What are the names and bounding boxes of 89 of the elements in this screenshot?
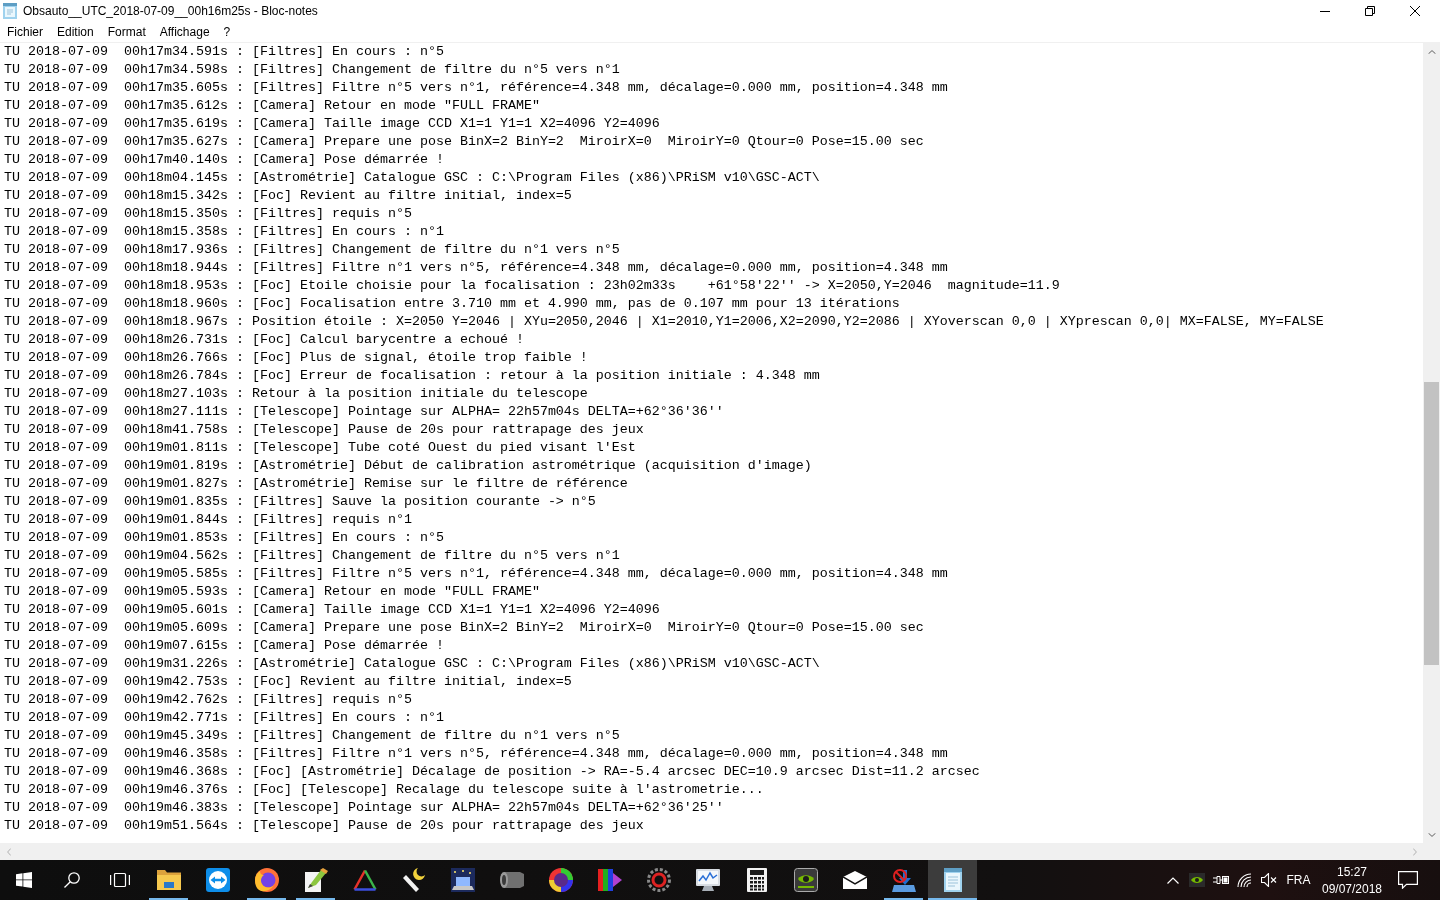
text-line: TU 2018-07-09 00h18m41.758s : [Telescope] Pause de 20s pour rattrapage des jeux (4, 421, 644, 439)
window-title: Obsauto__UTC_2018-07-09__00h16m25s - Bloc-notes (23, 4, 318, 18)
text-line: TU 2018-07-09 00h19m42.753s : [Foc] Revient au filtre initial, index=5 (4, 673, 572, 691)
windows-logo-icon (16, 872, 32, 888)
text-line: TU 2018-07-09 00h18m27.103s : Retour à la position initiale du telescope (4, 385, 588, 403)
triangle-icon (352, 869, 377, 891)
arrow-down-icon (1427, 832, 1436, 837)
text-line: TU 2018-07-09 00h18m15.358s : [Filtres] En cours : n°1 (4, 223, 444, 241)
chevron-up-icon (1167, 876, 1179, 884)
taskbar-button[interactable] (928, 860, 977, 900)
text-line: TU 2018-07-09 00h17m35.605s : [Filtres] Filtre n°5 vers n°1, référence=4.348 mm, décalage=0.000 mm, position=4.348 mm (4, 79, 948, 97)
double-arrow-icon (205, 868, 230, 892)
text-line: TU 2018-07-09 00h19m05.585s : [Filtres] Filtre n°5 vers n°1, référence=4.348 mm, décalage=0.000 mm, position=4.348 mm (4, 565, 948, 583)
text-line: TU 2018-07-09 00h19m07.615s : [Camera] Pose démarrée ! (4, 637, 444, 655)
menu-item[interactable]: ? (216, 23, 238, 41)
text-line: TU 2018-07-09 00h17m35.619s : [Camera] Taille image CCD X1=1 Y1=1 X2=4096 Y2=4096 (4, 115, 660, 133)
text-line: TU 2018-07-09 00h19m01.835s : [Filtres] Sauve la position courante -> n°5 (4, 493, 596, 511)
battery-plug-icon (1212, 874, 1230, 886)
vertical-scrollbar[interactable] (1423, 43, 1440, 843)
text-line: TU 2018-07-09 00h18m26.766s : [Foc] Plus de signal, étoile trop faible ! (4, 349, 588, 367)
arrow-up-icon (1427, 49, 1436, 54)
menu-item[interactable]: Format (100, 23, 153, 41)
text-line: TU 2018-07-09 00h17m40.140s : [Camera] Pose démarrée ! (4, 151, 444, 169)
globe-icon (254, 868, 279, 892)
text-line: TU 2018-07-09 00h19m01.853s : [Filtres] En cours : n°5 (4, 529, 444, 547)
laptop-icon (450, 868, 475, 892)
eye-logo-icon (1189, 873, 1205, 887)
text-line: TU 2018-07-09 00h18m18.953s : [Foc] Etoile choisie pour la focalisation : 23h02m33s +61°58'22'' -> X=2050,Y=2046 magnitude=11.9 (4, 277, 1060, 295)
speaker-muted-icon (1261, 873, 1277, 887)
monitor-chart-icon (695, 869, 720, 891)
text-line: TU 2018-07-09 00h19m46.358s : [Filtres] Filtre n°1 vers n°5, référence=4.348 mm, décalage=0.000 mm, position=4.348 mm (4, 745, 948, 763)
text-line: TU 2018-07-09 00h18m18.967s : Position étoile : X=2050 Y=2046 | XYu=2050,2046 | X1=2010,Y1=2006,X2=2090,Y2=2086 | XYoverscan 0,0 | XYprescan 0,0| MX=FALSE, MY=FALSE (4, 313, 1324, 331)
search-icon (64, 872, 80, 888)
notification-icon (1398, 871, 1418, 889)
restore-icon (1364, 6, 1375, 16)
text-line: TU 2018-07-09 00h19m01.827s : [Astrométrie] Remise sur le filtre de référence (4, 475, 628, 493)
text-line: TU 2018-07-09 00h19m31.226s : [Astrométrie] Catalogue GSC : C:\Program Files (x86)\PRiSM v10\GSC-ACT\ (4, 655, 820, 673)
text-line: TU 2018-07-09 00h19m46.376s : [Foc] [Telescope] Recalage du telescope suite à l'astrometrie... (4, 781, 764, 799)
text-line: TU 2018-07-09 00h19m42.771s : [Filtres] En cours : n°1 (4, 709, 444, 727)
close-icon (1409, 6, 1420, 16)
wifi-icon (1237, 873, 1253, 887)
text-line: TU 2018-07-09 00h17m35.627s : [Camera] Prepare une pose BinX=2 BinY=2 MiroirX=0 MiroirY=0 Qtour=0 Pose=15.00 sec (4, 133, 924, 151)
gear-icon (646, 868, 671, 892)
text-line: TU 2018-07-09 00h18m15.342s : [Foc] Revient au filtre initial, index=5 (4, 187, 572, 205)
text-line: TU 2018-07-09 00h18m27.111s : [Telescope] Pointage sur ALPHA= 22h57m04s DELTA=+62°36'36'' (4, 403, 724, 421)
scrollbar-thumb[interactable] (1424, 382, 1439, 665)
cylinder-icon (499, 872, 524, 888)
text-line: TU 2018-07-09 00h18m26.731s : [Foc] Calcul barycentre a echoué ! (4, 331, 524, 349)
text-line: TU 2018-07-09 00h19m42.762s : [Filtres] requis n°5 (4, 691, 412, 709)
text-line: TU 2018-07-09 00h19m46.368s : [Foc] [Astrométrie] Décalage de position -> RA=-5.4 arcsec DEC=10.9 arcsec Dist=11.2 arcsec (4, 763, 980, 781)
text-line: TU 2018-07-09 00h19m05.601s : [Camera] Taille image CCD X1=1 Y1=1 X2=4096 Y2=4096 (4, 601, 660, 619)
menu-item[interactable]: Affichage (152, 23, 217, 41)
eye-logo-icon (793, 868, 818, 892)
text-line: TU 2018-07-09 00h17m34.591s : [Filtres] En cours : n°5 (4, 43, 444, 61)
text-line: TU 2018-07-09 00h19m05.609s : [Camera] Prepare une pose BinX=2 BinY=2 MiroirX=0 MiroirY=0 Qtour=0 Pose=15.00 sec (4, 619, 924, 637)
download-blocked-icon (891, 868, 916, 892)
text-line: TU 2018-07-09 00h19m46.383s : [Telescope] Pointage sur ALPHA= 22h57m04s DELTA=+62°36'25'' (4, 799, 724, 817)
menu-item[interactable]: Edition (50, 23, 101, 41)
text-line: TU 2018-07-09 00h19m01.819s : [Astrométrie] Début de calibration astrométrique (acquisition d'image) (4, 457, 812, 475)
arrow-right-icon (1412, 847, 1417, 856)
text-line: TU 2018-07-09 00h19m45.349s : [Filtres] Changement de filtre du n°1 vers n°5 (4, 727, 620, 745)
notepad-icon (3, 3, 17, 19)
notepad-icon (942, 868, 963, 892)
folder-icon (156, 870, 181, 890)
text-line: TU 2018-07-09 00h17m35.612s : [Camera] Retour en mode "FULL FRAME" (4, 97, 540, 115)
text-line: TU 2018-07-09 00h19m01.811s : [Telescope] Tube coté Ouest du pied visant l'Est (4, 439, 636, 457)
text-line: TU 2018-07-09 00h19m01.844s : [Filtres] requis n°1 (4, 511, 412, 529)
minimize-icon (1319, 10, 1330, 12)
text-line: TU 2018-07-09 00h19m05.593s : [Camera] Retour en mode "FULL FRAME" (4, 583, 540, 601)
color-bars-icon (597, 869, 622, 891)
task-view-icon (110, 872, 130, 888)
text-line: TU 2018-07-09 00h18m18.960s : [Foc] Focalisation entre 3.710 mm et 4.990 mm, pas de 0.107 mm pour 13 itérations (4, 295, 900, 313)
arrow-left-icon (6, 847, 11, 856)
text-line: TU 2018-07-09 00h18m04.145s : [Astrométrie] Catalogue GSC : C:\Program Files (x86)\PRiSM v10\GSC-ACT\ (4, 169, 820, 187)
text-line: TU 2018-07-09 00h19m51.564s : [Telescope] Pause de 20s pour rattrapage des jeux (4, 817, 644, 835)
envelope-icon (842, 871, 867, 889)
color-wheel-icon (548, 868, 573, 892)
clock[interactable]: 15:27 09/07/2018 (1316, 860, 1388, 900)
calculator-icon (746, 868, 767, 892)
text-line: TU 2018-07-09 00h18m15.350s : [Filtres] requis n°5 (4, 205, 412, 223)
moon-wand-icon (402, 868, 425, 892)
text-line: TU 2018-07-09 00h18m18.944s : [Filtres] Filtre n°1 vers n°5, référence=4.348 mm, décalage=0.000 mm, position=4.348 mm (4, 259, 948, 277)
text-line: TU 2018-07-09 00h17m34.598s : [Filtres] Changement de filtre du n°5 vers n°1 (4, 61, 620, 79)
text-line: TU 2018-07-09 00h18m26.784s : [Foc] Erreur de focalisation : retour à la position initiale : 4.348 mm (4, 367, 820, 385)
text-line: TU 2018-07-09 00h19m04.562s : [Filtres] Changement de filtre du n°5 vers n°1 (4, 547, 620, 565)
language-indicator[interactable]: FRA (1281, 860, 1316, 900)
menu-item[interactable]: Fichier (0, 23, 50, 41)
pencil-icon (303, 868, 328, 892)
text-line: TU 2018-07-09 00h18m17.936s : [Filtres] Changement de filtre du n°1 vers n°5 (4, 241, 620, 259)
